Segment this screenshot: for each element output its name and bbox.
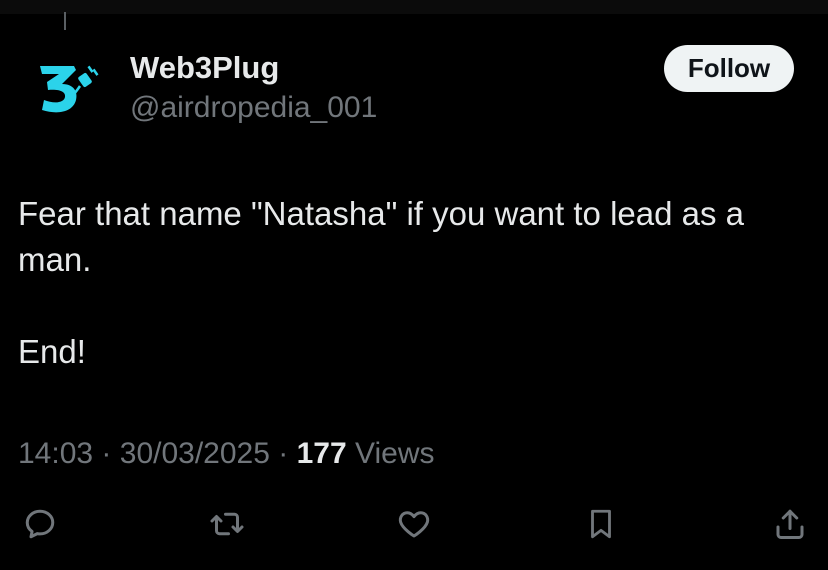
heart-icon — [398, 511, 430, 538]
share-icon — [776, 509, 804, 539]
tweet-time[interactable]: 14:03 — [18, 437, 93, 470]
author-handle[interactable]: @airdropedia_001 — [130, 91, 377, 125]
tweet-line: End! — [18, 333, 86, 370]
reply-icon — [25, 509, 55, 539]
meta-separator: · — [278, 437, 289, 470]
views-label: Views — [355, 437, 435, 470]
retweet-button[interactable] — [207, 504, 247, 544]
top-strip — [0, 0, 828, 14]
tweet-text: Fear that name "Natasha" if you want to … — [18, 191, 818, 375]
tweet-date[interactable]: 30/03/2025 — [120, 437, 270, 470]
like-button[interactable] — [394, 504, 434, 544]
tweet-meta: 14:03 · 30/03/2025 · 177 Views — [18, 434, 435, 474]
follow-button[interactable]: Follow — [664, 45, 794, 92]
bookmark-icon — [591, 509, 611, 539]
share-button[interactable] — [770, 504, 810, 544]
meta-separator: · — [101, 437, 112, 470]
action-bar — [0, 500, 828, 550]
views-count: 177 — [296, 437, 347, 470]
avatar[interactable] — [34, 52, 106, 124]
web3plug-logo-icon — [40, 65, 99, 113]
thread-connector-line — [64, 12, 66, 30]
retweet-icon — [210, 512, 244, 536]
bookmark-button[interactable] — [581, 504, 621, 544]
reply-button[interactable] — [20, 504, 60, 544]
author-display-name[interactable]: Web3Plug — [130, 50, 279, 86]
tweet-line: Fear that name "Natasha" if you want to … — [18, 195, 744, 278]
